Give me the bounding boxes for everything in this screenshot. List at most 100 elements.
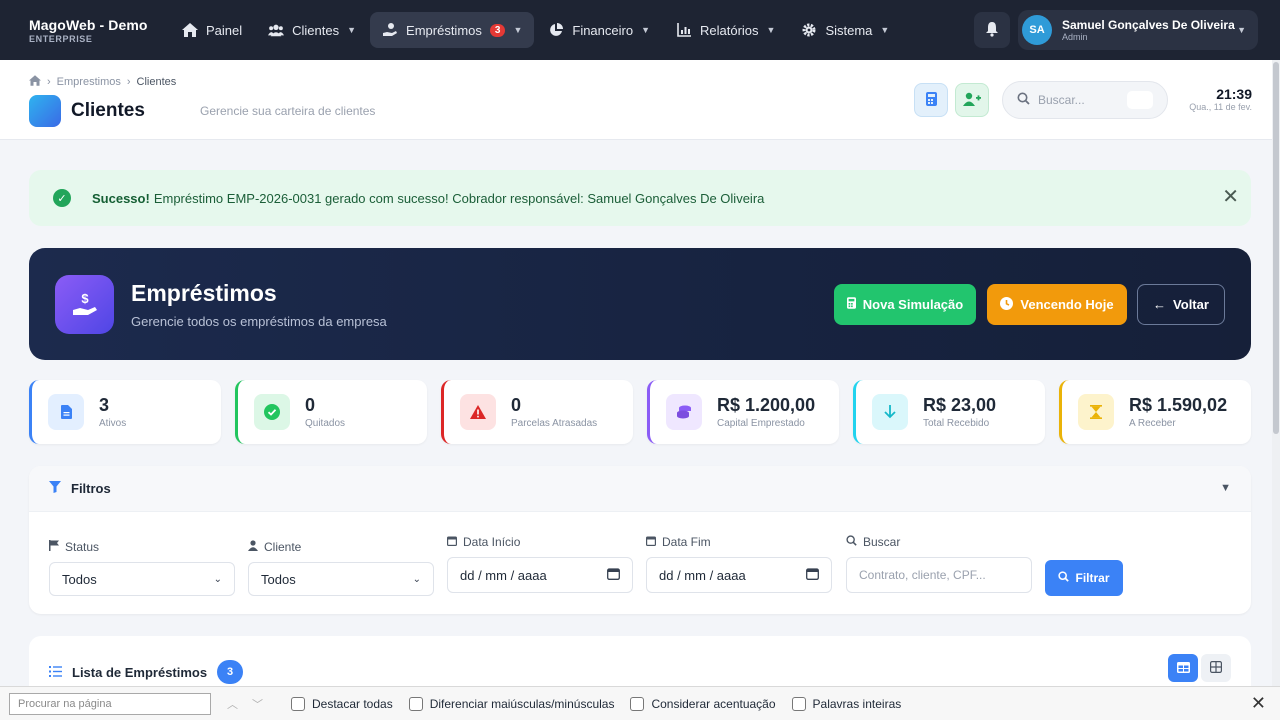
users-icon: [268, 22, 285, 38]
breadcrumb-separator: ›: [126, 76, 131, 88]
match-case-option[interactable]: Diferenciar maiúsculas/minúsculas: [408, 696, 614, 711]
highlight-all-option[interactable]: Destacar todas: [291, 696, 393, 711]
nav-relatorios[interactable]: Relatórios ▼: [664, 12, 787, 48]
pie-chart-icon: [548, 22, 564, 38]
scrollbar-thumb[interactable]: [1273, 62, 1279, 434]
label-text: Status: [65, 540, 100, 554]
nav-label: Empréstimos: [406, 22, 482, 38]
new-simulation-button[interactable]: Nova Simulação: [834, 284, 976, 325]
filter-cliente: Cliente Todos ⌄: [248, 540, 434, 596]
user-role: Admin: [1062, 32, 1088, 42]
stat-value: 3: [99, 395, 110, 415]
grid-view-button[interactable]: [1201, 654, 1231, 682]
whole-words-checkbox[interactable]: [791, 696, 806, 711]
user-menu[interactable]: SA Samuel Gonçalves De Oliveira Admin ▼: [1018, 10, 1258, 50]
filters-title: Filtros: [71, 481, 111, 496]
date-placeholder: dd / mm / aaaa: [659, 567, 746, 583]
table-icon: [1176, 661, 1190, 676]
stat-label: Ativos: [99, 418, 127, 429]
find-input[interactable]: Procurar na página: [9, 692, 211, 715]
flag-icon: [49, 540, 59, 554]
whole-words-option[interactable]: Palavras inteiras: [791, 696, 901, 711]
nav-label: Financeiro: [572, 22, 634, 38]
filters-header[interactable]: Filtros ▼: [29, 466, 1251, 512]
stat-capital[interactable]: R$ 1.200,00 Capital Emprestado: [647, 380, 839, 444]
stat-overdue[interactable]: 0 Parcelas Atrasadas: [441, 380, 633, 444]
chevron-down-icon: ⌄: [412, 573, 421, 585]
data-fim-input[interactable]: dd / mm / aaaa: [646, 557, 832, 593]
breadcrumb-emprestimos[interactable]: Emprestimos: [57, 76, 121, 88]
close-icon[interactable]: ✕: [1251, 693, 1266, 714]
stat-paid[interactable]: 0 Quitados: [235, 380, 427, 444]
stat-label: Capital Emprestado: [717, 418, 805, 429]
find-placeholder: Procurar na página: [18, 697, 112, 710]
button-label: Vencendo Hoje: [1020, 297, 1114, 312]
page-title: Clientes: [71, 100, 145, 121]
loans-hero: $ Empréstimos Gerencie todos os emprésti…: [29, 248, 1251, 360]
home-icon: [182, 22, 198, 38]
home-icon[interactable]: [29, 75, 41, 89]
chevron-down-icon: ▼: [641, 25, 650, 35]
find-previous-icon[interactable]: ︿: [227, 696, 238, 712]
gear-icon: [801, 22, 817, 38]
calculator-button[interactable]: [914, 83, 948, 117]
nav-financeiro[interactable]: Financeiro ▼: [536, 12, 662, 48]
page-subtitle: Gerencie sua carteira de clientes: [200, 104, 376, 118]
arrow-left-icon: ←: [1153, 297, 1167, 312]
find-in-page-bar: Procurar na página ︿ ﹀ Destacar todas Di…: [0, 686, 1280, 720]
data-inicio-input[interactable]: dd / mm / aaaa: [447, 557, 633, 593]
match-case-checkbox[interactable]: [408, 696, 423, 711]
nav-clientes[interactable]: Clientes ▼: [256, 12, 368, 48]
breadcrumb-separator: ›: [47, 76, 51, 88]
accents-checkbox[interactable]: [630, 696, 645, 711]
list-count-badge: 3: [217, 660, 244, 684]
nav-emprestimos[interactable]: Empréstimos 3 ▼: [370, 12, 535, 48]
nav-sistema[interactable]: Sistema ▼: [789, 12, 901, 48]
cliente-select[interactable]: Todos ⌄: [248, 562, 434, 596]
grid-icon: [1210, 660, 1223, 676]
stat-value: 0: [511, 395, 522, 415]
avatar: SA: [1022, 15, 1052, 45]
calendar-icon[interactable]: [806, 567, 819, 583]
accents-option[interactable]: Considerar acentuação: [630, 696, 776, 711]
close-icon[interactable]: ✕: [1222, 184, 1239, 209]
notifications-button[interactable]: [974, 12, 1010, 48]
stat-received[interactable]: R$ 23,00 Total Recebido: [853, 380, 1045, 444]
highlight-all-checkbox[interactable]: [291, 696, 305, 711]
table-view-button[interactable]: [1168, 654, 1198, 682]
stat-value: 0: [305, 395, 316, 415]
user-icon: [248, 540, 258, 554]
calculator-icon: [925, 91, 937, 109]
global-search[interactable]: Buscar...: [1002, 81, 1168, 119]
calculator-icon: [846, 297, 856, 312]
filter-button[interactable]: Filtrar: [1045, 560, 1123, 596]
clock: 21:39 Qua., 11 de fev.: [1180, 86, 1252, 112]
nav-painel[interactable]: Painel: [170, 12, 254, 48]
calendar-icon[interactable]: [607, 567, 620, 583]
status-label: Status: [49, 540, 235, 554]
chevron-down-icon[interactable]: ▼: [1220, 482, 1231, 494]
status-select[interactable]: Todos ⌄: [49, 562, 235, 596]
breadcrumb-current: Clientes: [136, 76, 177, 88]
clock-icon: [1000, 296, 1014, 313]
stat-receivable[interactable]: R$ 1.590,02 A Receber: [1059, 380, 1251, 444]
page-scrollbar[interactable]: [1272, 60, 1280, 686]
alert-message: Empréstimo EMP-2026-0031 gerado com suce…: [153, 190, 765, 206]
buscar-input[interactable]: Contrato, cliente, CPF...: [846, 557, 1032, 593]
brand-edition: ENTERPRISE: [29, 33, 93, 44]
back-button[interactable]: ← Voltar: [1137, 284, 1225, 325]
hero-subtitle: Gerencie todos os empréstimos da empresa: [131, 314, 387, 329]
list-title: Lista de Empréstimos: [72, 664, 208, 680]
warning-icon: [460, 394, 496, 430]
due-today-button[interactable]: Vencendo Hoje: [987, 284, 1127, 325]
add-client-button[interactable]: [955, 83, 989, 117]
stat-active[interactable]: 3 Ativos: [29, 380, 221, 444]
check-circle-icon: [254, 394, 290, 430]
find-next-icon[interactable]: ﹀: [252, 696, 263, 712]
brand[interactable]: MagoWeb - Demo ENTERPRISE: [0, 17, 170, 44]
hero-title: Empréstimos: [131, 280, 277, 306]
hand-money-icon: $: [55, 275, 114, 334]
page-header: › Emprestimos › Clientes Clientes Gerenc…: [0, 60, 1272, 140]
stat-value: R$ 1.590,02: [1129, 395, 1228, 415]
calendar-icon: [646, 535, 656, 549]
